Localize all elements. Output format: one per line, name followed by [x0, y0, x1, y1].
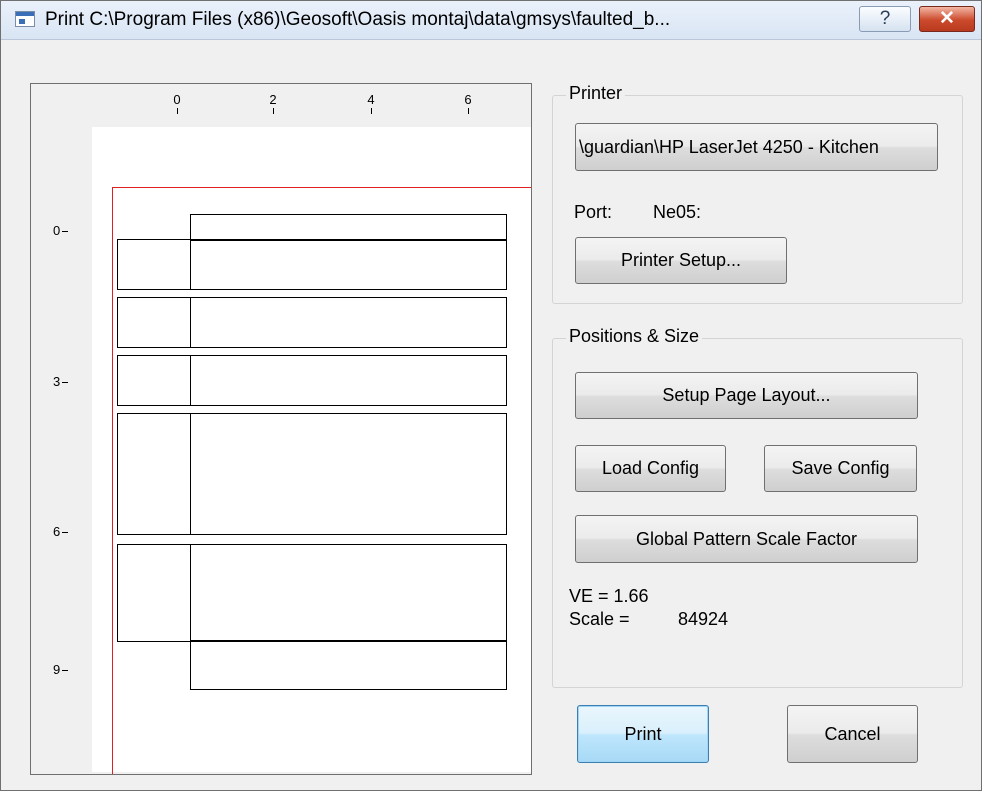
y-axis-tick: 9	[53, 662, 69, 677]
y-axis-tick: 3	[53, 374, 69, 389]
layout-panel	[117, 297, 507, 348]
port-label: Port:	[574, 202, 613, 222]
layout-panel	[190, 214, 507, 241]
printer-setup-button[interactable]: Printer Setup...	[575, 237, 787, 284]
window-title: Print C:\Program Files (x86)\Geosoft\Oas…	[45, 9, 671, 30]
close-button[interactable]: ✕	[919, 6, 975, 32]
panel-divider	[190, 297, 191, 348]
cancel-button[interactable]: Cancel	[787, 705, 918, 763]
title-bar[interactable]: Print C:\Program Files (x86)\Geosoft\Oas…	[1, 1, 981, 40]
layout-panel	[117, 355, 507, 406]
panel-divider	[190, 544, 191, 690]
help-button[interactable]: ?	[859, 6, 911, 32]
scale-label: Scale =	[569, 609, 630, 629]
print-button[interactable]: Print	[577, 705, 709, 763]
print-preview: 0 2 4 6 0 3 6 9	[30, 83, 532, 775]
y-axis-tick: 0	[53, 223, 69, 238]
layout-panel	[117, 544, 507, 642]
x-axis-tick: 0	[162, 92, 192, 114]
x-axis-tick: 4	[356, 92, 386, 114]
printer-select-button[interactable]: \guardian\HP LaserJet 4250 - Kitchen	[575, 123, 938, 171]
printer-group-label: Printer	[566, 83, 626, 104]
panel-divider	[190, 214, 191, 290]
load-config-button[interactable]: Load Config	[575, 445, 726, 492]
port-value: Ne05:	[653, 202, 702, 222]
panel-divider	[190, 355, 191, 406]
layout-panel	[117, 413, 507, 535]
app-window-icon	[15, 11, 35, 27]
x-axis-tick: 2	[258, 92, 288, 114]
print-dialog: Print C:\Program Files (x86)\Geosoft\Oas…	[0, 0, 982, 791]
x-axis-tick: 6	[453, 92, 483, 114]
vertical-exaggeration-label: VE = 1.66	[569, 586, 649, 606]
setup-page-layout-button[interactable]: Setup Page Layout...	[575, 372, 918, 419]
global-pattern-scale-factor-button[interactable]: Global Pattern Scale Factor	[575, 515, 918, 563]
layout-panel	[117, 239, 507, 290]
layout-panel	[190, 640, 507, 690]
positions-size-group-label: Positions & Size	[566, 326, 703, 347]
save-config-button[interactable]: Save Config	[764, 445, 917, 492]
panel-divider	[190, 413, 191, 535]
scale-value: 84924	[678, 609, 729, 629]
y-axis-tick: 6	[53, 524, 69, 539]
